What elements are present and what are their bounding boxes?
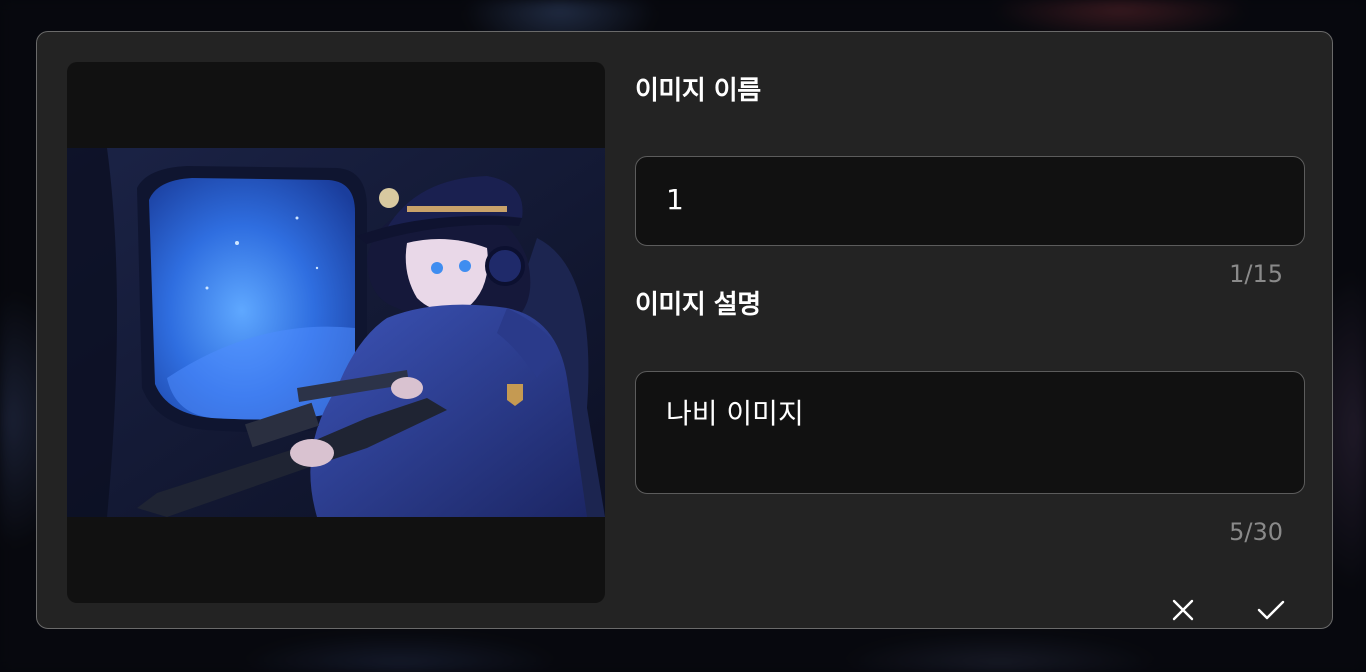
image-description-label: 이미지 설명 <box>635 290 761 320</box>
image-description-textarea[interactable]: 나비 이미지 <box>635 371 1305 494</box>
image-info-form: 이미지 이름 1 1/15 이미지 설명 나비 이미지 5/30 <box>635 62 1305 621</box>
close-icon <box>1172 599 1194 621</box>
confirm-button[interactable] <box>1253 592 1289 628</box>
cancel-button[interactable] <box>1165 592 1201 628</box>
image-preview-frame <box>67 62 605 603</box>
image-name-label: 이미지 이름 <box>635 76 761 106</box>
image-name-input[interactable]: 1 <box>635 156 1305 246</box>
dialog-actions <box>1165 592 1289 628</box>
edit-image-dialog: 이미지 이름 1 1/15 이미지 설명 나비 이미지 5/30 <box>36 31 1333 629</box>
image-description-char-counter: 5/30 <box>1229 518 1283 546</box>
check-icon <box>1257 600 1285 620</box>
image-preview <box>67 148 605 517</box>
image-name-char-counter: 1/15 <box>1229 260 1283 288</box>
